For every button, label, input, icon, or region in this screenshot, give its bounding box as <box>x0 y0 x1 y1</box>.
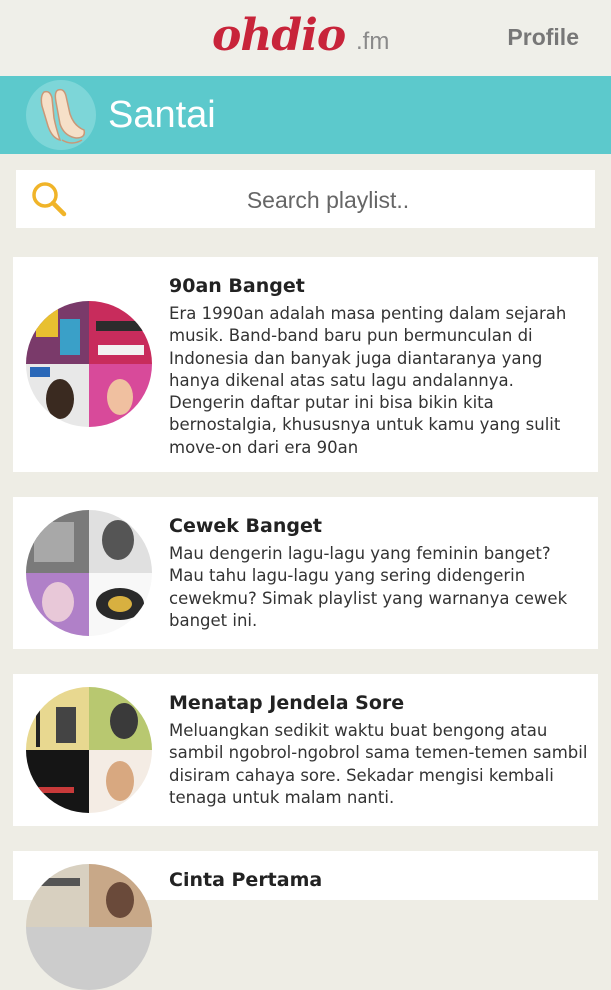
playlist-title: Cinta Pertama <box>169 869 323 891</box>
playlist-description: Mau dengerin lagu-lagu yang feminin bang… <box>169 544 568 630</box>
playlist-card[interactable]: Menatap Jendela Sore Meluangkan sedikit … <box>13 674 598 826</box>
profile-link[interactable]: Profile <box>507 24 579 51</box>
search-bar <box>16 170 595 230</box>
top-bar: ohdio .fm Profile <box>0 0 611 76</box>
playlist-description: Meluangkan sedikit waktu buat bengong at… <box>169 721 588 807</box>
search-input[interactable] <box>76 170 580 230</box>
logo-wordmark: ohdio <box>212 10 346 61</box>
logo-suffix: .fm <box>356 28 390 55</box>
playlist-card[interactable]: Cewek Banget Mau dengerin lagu-lagu yang… <box>13 497 598 649</box>
playlist-title: Menatap Jendela Sore <box>169 692 405 714</box>
playlist-title: Cewek Banget <box>169 515 322 537</box>
playlist-card[interactable]: Cinta Pertama <box>13 851 598 990</box>
playlist-cover <box>26 301 152 427</box>
playlist-cover <box>26 510 152 636</box>
page-title: Santai <box>108 94 216 136</box>
playlist-card[interactable]: 90an Banget Era 1990an adalah masa penti… <box>13 257 598 472</box>
playlist-cover <box>26 687 152 813</box>
playlist-title: 90an Banget <box>169 275 305 297</box>
hands-icon <box>26 80 96 150</box>
playlist-description: Era 1990an adalah masa penting dalam sej… <box>169 304 567 457</box>
search-icon[interactable] <box>30 180 68 218</box>
playlist-cover <box>26 864 152 990</box>
